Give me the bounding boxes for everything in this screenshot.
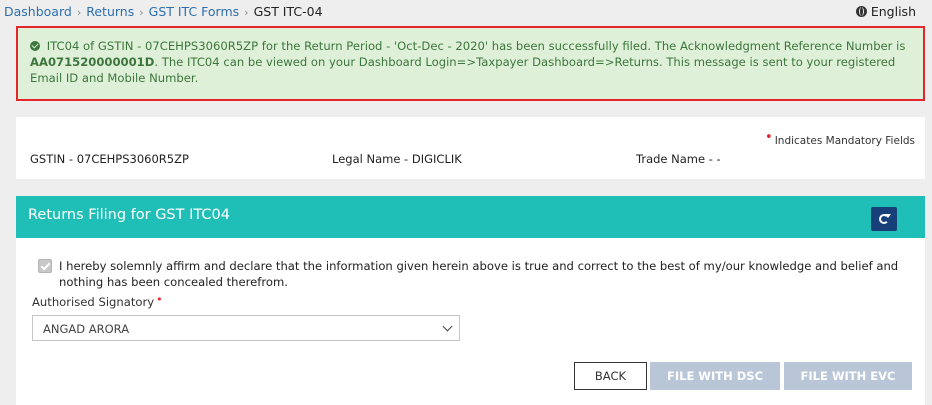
mandatory-note-text: Indicates Mandatory Fields [774,135,915,147]
alert-text-after: . The ITC04 can be viewed on your Dashbo… [30,55,896,85]
breadcrumb-current: GST ITC-04 [253,4,323,19]
top-bar: Dashboard › Returns › GST ITC Forms › GST ITC-… [0,0,932,24]
trade-name-text: Trade Name - - [636,152,721,166]
language-label: English [870,4,916,19]
breadcrumb-gst-itc-forms[interactable]: GST ITC Forms [149,4,240,19]
declaration-checkbox[interactable] [38,259,52,273]
breadcrumb-dashboard[interactable]: Dashboard [4,4,72,19]
legal-name-text: Legal Name - DIGICLIK [332,152,462,166]
language-selector[interactable]: English [855,4,916,19]
file-with-evc-button[interactable]: FILE WITH EVC [784,362,912,390]
globe-icon [855,6,867,17]
breadcrumb-separator: › [76,6,82,19]
breadcrumb-separator: › [244,6,249,19]
refresh-button[interactable] [871,207,897,231]
returns-filing-panel: Returns Filing for GST ITC04 I hereby so… [16,196,925,405]
signatory-label-text: Authorised Signatory [32,295,155,309]
mandatory-note: • Indicates Mandatory Fields [765,130,915,148]
back-button[interactable]: BACK [574,362,647,390]
refresh-icon [879,214,891,224]
chevron-down-icon [442,321,453,332]
breadcrumb: Dashboard › Returns › GST ITC Forms › GST ITC-… [4,4,323,19]
signatory-label: Authorised Signatory • [32,293,163,309]
required-dot-icon: • [765,130,773,145]
file-with-dsc-button[interactable]: FILE WITH DSC [650,362,780,390]
taxpayer-details-card: • Indicates Mandatory Fields GSTIN - 07CE… [16,117,925,179]
signatory-selected-value: ANGAD ARORA [43,322,130,336]
breadcrumb-separator: › [139,6,144,19]
breadcrumb-returns[interactable]: Returns [86,4,134,19]
signatory-select[interactable]: ANGAD ARORA [32,315,460,341]
alert-text-before: ITC04 of GSTIN - 07CEHPS3060R5ZP for the… [46,39,906,53]
check-circle-icon [30,41,40,51]
panel-title: Returns Filing for GST ITC04 [28,207,230,223]
panel-header: Returns Filing for GST ITC04 [16,196,925,238]
required-dot-icon: • [156,293,163,306]
gstin-text: GSTIN - 07CEHPS3060R5ZP [30,152,189,166]
success-alert: ITC04 of GSTIN - 07CEHPS3060R5ZP for the… [16,26,925,101]
acknowledgment-number: AA071520000001D [30,55,155,69]
declaration-text: I hereby solemnly affirm and declare tha… [59,259,899,289]
